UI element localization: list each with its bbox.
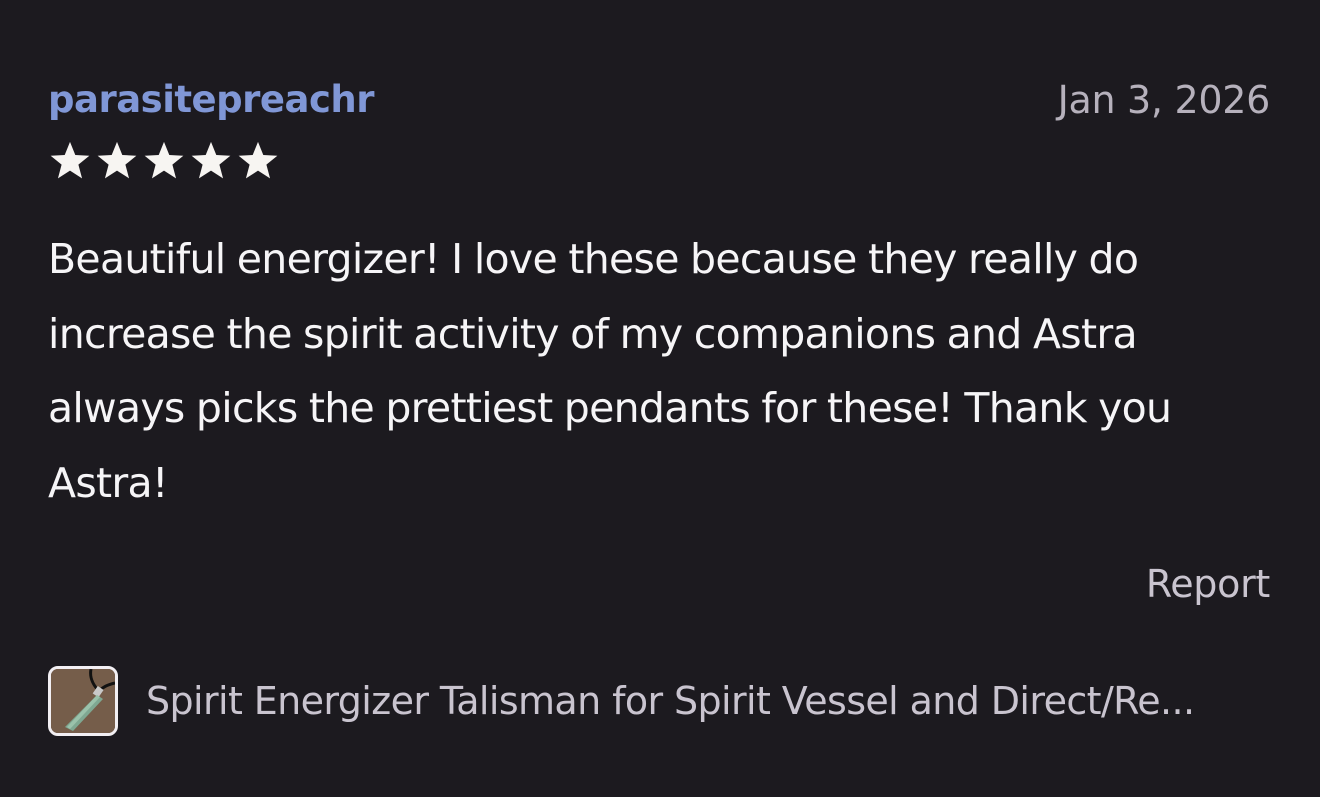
star-icon [48, 140, 92, 182]
product-title: Spirit Energizer Talisman for Spirit Ves… [146, 679, 1195, 723]
star-icon [236, 140, 280, 182]
review-text: Beautiful energizer! I love these becaus… [48, 235, 1172, 507]
star-icon [142, 140, 186, 182]
star-icon [95, 140, 139, 182]
product-link[interactable]: Spirit Energizer Talisman for Spirit Ves… [48, 666, 1195, 736]
review-card: parasitepreachr Jan 3, 2026 Beautiful en… [0, 0, 1320, 797]
star-icon [189, 140, 233, 182]
reviewer-username[interactable]: parasitepreachr [48, 78, 374, 122]
star-rating [48, 140, 280, 182]
review-date: Jan 3, 2026 [1057, 78, 1271, 122]
jade-pendant-thumbnail-icon [48, 666, 118, 736]
report-link[interactable]: Report [1146, 560, 1270, 608]
